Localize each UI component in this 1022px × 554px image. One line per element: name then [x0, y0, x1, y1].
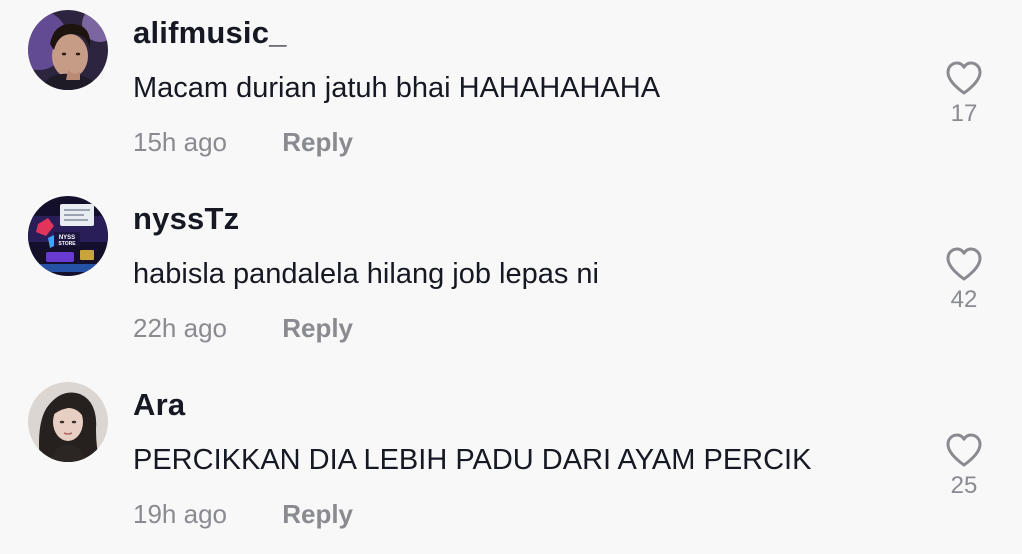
like-count: 25	[950, 472, 978, 499]
heart-outline-icon	[946, 433, 982, 467]
comment-timestamp: 22h ago	[133, 313, 227, 343]
heart-outline-icon	[946, 61, 982, 95]
comment-item: NYSS STORE nyssTz habisla pandalela hila…	[0, 186, 1022, 372]
reply-button[interactable]: Reply	[282, 313, 353, 343]
like-button[interactable]: 25	[940, 432, 988, 500]
comment-timestamp: 15h ago	[133, 127, 227, 157]
reply-button[interactable]: Reply	[282, 127, 353, 157]
comment-text: habisla pandalela hilang job lepas ni	[133, 258, 599, 290]
comment-text: Macam durian jatuh bhai HAHAHAHAHA	[133, 72, 661, 104]
avatar[interactable]: NYSS STORE	[28, 196, 108, 276]
comment-meta: 22h ago Reply	[133, 313, 353, 344]
svg-text:STORE: STORE	[58, 241, 76, 247]
comment-meta: 15h ago Reply	[133, 127, 353, 158]
avatar[interactable]	[28, 382, 108, 462]
comment-username[interactable]: Ara	[133, 387, 185, 423]
store-logo-avatar: NYSS STORE	[28, 196, 108, 276]
comment-text: PERCIKKAN DIA LEBIH PADU DARI AYAM PERCI…	[133, 444, 812, 476]
like-button[interactable]: 42	[940, 246, 988, 314]
heart-outline-icon	[946, 247, 982, 281]
comment-timestamp: 19h ago	[133, 499, 227, 529]
comment-meta: 19h ago Reply	[133, 499, 353, 530]
comment-item: Ara PERCIKKAN DIA LEBIH PADU DARI AYAM P…	[0, 372, 1022, 554]
like-count: 17	[950, 100, 978, 127]
avatar[interactable]	[28, 10, 108, 90]
comment-list: alifmusic_ Macam durian jatuh bhai HAHAH…	[0, 0, 1022, 554]
comment-username[interactable]: alifmusic_	[133, 15, 287, 51]
avatar-photo	[28, 10, 108, 90]
comment-item: alifmusic_ Macam durian jatuh bhai HAHAH…	[0, 0, 1022, 186]
comment-username[interactable]: nyssTz	[133, 201, 239, 237]
avatar-photo	[28, 382, 108, 462]
reply-button[interactable]: Reply	[282, 499, 353, 529]
like-button[interactable]: 17	[940, 60, 988, 128]
like-count: 42	[950, 286, 978, 313]
